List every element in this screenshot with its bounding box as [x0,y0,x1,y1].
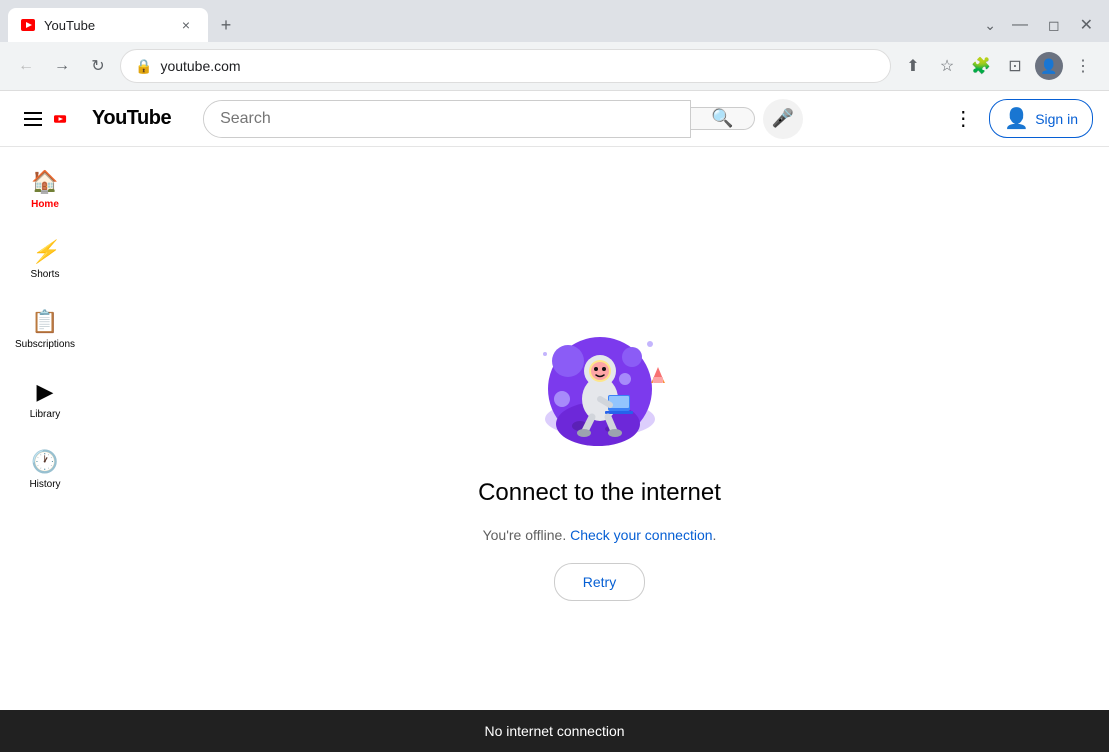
youtube-logo[interactable]: YouTube [54,107,171,131]
new-tab-button[interactable]: + [212,11,240,39]
tab-favicon [20,17,36,33]
dropdown-button[interactable]: ⌄ [980,13,1000,38]
sidebar-button[interactable]: ⊡ [1001,52,1029,80]
signin-icon: 👤 [1004,106,1029,131]
youtube-app: YouTube 🔍 🎤 ⋮ 👤 Sign in 🏠 [0,91,1109,753]
bookmark-button[interactable]: ☆ [933,52,961,80]
youtube-header: YouTube 🔍 🎤 ⋮ 👤 Sign in [0,91,1109,147]
microphone-icon: 🎤 [772,108,794,129]
browser-chrome: YouTube × + ⌄ — ◻ ✕ ← → ↻ 🔒 youtube.com … [0,0,1109,91]
address-bar: ← → ↻ 🔒 youtube.com ⬆ ☆ 🧩 ⊡ 👤 ⋮ [0,42,1109,90]
offline-illustration [520,299,680,459]
address-bar-icons: ⬆ ☆ 🧩 ⊡ 👤 ⋮ [899,52,1097,80]
lock-icon: 🔒 [135,58,152,75]
microphone-button[interactable]: 🎤 [763,99,803,139]
sidebar-label-history: History [29,479,60,491]
browser-more-button[interactable]: ⋮ [1069,52,1097,80]
close-window-button[interactable]: ✕ [1072,11,1101,39]
search-icon: 🔍 [711,108,733,129]
sidebar-item-home[interactable]: 🏠 Home [0,155,90,225]
back-button[interactable]: ← [12,52,40,80]
library-icon: ▶ [37,379,54,405]
youtube-body: 🏠 Home ⚡ Shorts 📋 Subscriptions ▶ Librar… [0,147,1109,753]
no-internet-bar: No internet connection [0,710,1109,752]
header-right: ⋮ 👤 Sign in [945,98,1093,139]
history-icon: 🕐 [31,449,58,475]
retry-button[interactable]: Retry [554,563,645,601]
check-connection-link[interactable]: Check your connection [570,527,712,543]
no-internet-text: No internet connection [484,723,624,739]
subscriptions-icon: 📋 [31,309,58,335]
shorts-icon: ⚡ [31,239,58,265]
search-button[interactable]: 🔍 [691,107,755,130]
youtube-sidebar: 🏠 Home ⚡ Shorts 📋 Subscriptions ▶ Librar… [0,147,90,753]
home-icon: 🏠 [31,169,58,195]
window-controls: ⌄ — ◻ ✕ [980,11,1101,39]
active-tab[interactable]: YouTube × [8,8,208,42]
hamburger-menu-button[interactable] [16,104,50,134]
extensions-button[interactable]: 🧩 [967,52,995,80]
tab-title: YouTube [44,18,168,33]
youtube-logo-text: YouTube [92,107,171,130]
more-options-button[interactable]: ⋮ [945,98,981,139]
sidebar-item-library[interactable]: ▶ Library [0,365,90,435]
offline-desc-normal: You're offline. [483,527,571,543]
main-content: Connect to the internet You're offline. … [90,147,1109,753]
offline-title: Connect to the internet [478,479,721,507]
sidebar-label-home: Home [31,199,59,211]
signin-label: Sign in [1035,111,1078,127]
url-bar[interactable]: 🔒 youtube.com [120,49,891,83]
tab-bar: YouTube × + ⌄ — ◻ ✕ [0,0,1109,42]
sidebar-item-shorts[interactable]: ⚡ Shorts [0,225,90,295]
minimize-button[interactable]: — [1004,12,1036,38]
sidebar-label-subscriptions: Subscriptions [15,339,75,351]
sidebar-label-library: Library [30,409,61,421]
search-input-wrap [203,100,691,138]
sidebar-label-shorts: Shorts [31,269,60,281]
offline-description: You're offline. Check your connection. [483,527,717,543]
sidebar-item-history[interactable]: 🕐 History [0,435,90,505]
youtube-logo-icon [54,107,88,131]
restore-button[interactable]: ◻ [1040,13,1068,38]
search-input[interactable] [204,101,690,137]
hamburger-line [24,112,42,114]
share-button[interactable]: ⬆ [899,52,927,80]
sign-in-button[interactable]: 👤 Sign in [989,99,1093,138]
profile-button[interactable]: 👤 [1035,52,1063,80]
url-text: youtube.com [160,58,876,74]
sidebar-item-subscriptions[interactable]: 📋 Subscriptions [0,295,90,365]
search-bar: 🔍 🎤 [203,99,803,139]
forward-button[interactable]: → [48,52,76,80]
hamburger-line [24,124,42,126]
refresh-button[interactable]: ↻ [84,52,112,80]
offline-desc-end: . [713,527,717,543]
hamburger-line [24,118,42,120]
tab-close-button[interactable]: × [176,15,196,35]
